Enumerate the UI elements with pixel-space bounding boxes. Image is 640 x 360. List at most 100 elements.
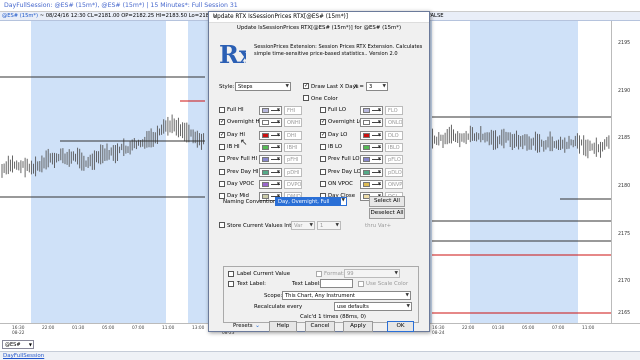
plot-rows_left-5-checkbox[interactable]: [219, 168, 225, 175]
x-days-value: 3: [369, 84, 373, 90]
draw-last-days-checkbox[interactable]: ✓: [303, 83, 309, 89]
deselect-all-button[interactable]: Deselect All: [369, 208, 405, 219]
color-style-picker[interactable]: ▼: [259, 106, 282, 115]
color-style-picker[interactable]: ▼: [360, 155, 383, 165]
plot-short-name-input[interactable]: ONLO: [385, 118, 403, 128]
color-style-picker[interactable]: ▼: [259, 130, 282, 140]
plot-rows_right-0-checkbox[interactable]: [320, 107, 326, 113]
plot-short-name-input[interactable]: pDLO: [385, 167, 403, 177]
price-scale[interactable]: 2195 2190 2185 2180 2175 2170 2165: [611, 21, 640, 323]
rtx-logo-icon: Rx: [219, 41, 246, 69]
text-label-chk-label: Text Label:: [237, 281, 266, 287]
color-style-picker[interactable]: ▼: [360, 130, 383, 140]
symbol-selector[interactable]: @ES# ▼: [2, 340, 34, 349]
tab-dayfullsession[interactable]: DayFullSession: [3, 353, 44, 359]
cancel-button[interactable]: Cancel: [305, 321, 335, 332]
color-swatch: [363, 169, 370, 175]
plot-label: Full LO: [328, 107, 346, 113]
presets-button[interactable]: Presets: [233, 323, 253, 329]
plot-short-name-input[interactable]: ONHI: [284, 118, 302, 128]
plot-rows_left-1-checkbox[interactable]: ✓: [219, 119, 225, 126]
color-style-picker[interactable]: ▼: [259, 167, 282, 177]
color-style-picker[interactable]: ▼: [360, 106, 383, 115]
plot-rows_left-4-checkbox[interactable]: [219, 156, 225, 163]
plot-rows_right-5-checkbox[interactable]: [320, 168, 326, 175]
color-style-picker[interactable]: ▼: [259, 118, 282, 128]
style-label: Style:: [219, 84, 235, 90]
plot-rows_right-6-checkbox[interactable]: [320, 180, 326, 187]
price-tick-label: 2190: [618, 89, 631, 94]
chevron-down-icon: ▼: [377, 168, 381, 174]
plot-label: Full HI: [227, 107, 244, 113]
format-select[interactable]: 99 ▼: [344, 269, 400, 278]
chevron-down-icon: ▼: [276, 156, 280, 162]
chevron-down-icon: ▼: [285, 84, 289, 89]
plot-rows_right-2-checkbox[interactable]: ✓: [320, 131, 326, 138]
chevron-down-icon: ▼: [28, 342, 32, 347]
chart-header-flag: FALSE: [428, 13, 444, 19]
label-current-checkbox[interactable]: [228, 271, 234, 277]
chevron-down-icon: ▼: [382, 84, 386, 89]
time-tick-label: 07:00: [132, 326, 145, 331]
chart-tab-bar: DayFullSession: [0, 351, 640, 360]
plot-short-name-input[interactable]: pFLO: [385, 155, 403, 165]
x-days-select[interactable]: 3 ▼: [366, 82, 388, 91]
use-scale-color-checkbox[interactable]: [358, 281, 364, 287]
chevron-down-icon[interactable]: ⌄: [255, 322, 260, 329]
plot-short-name-input[interactable]: ONVPOC: [385, 179, 403, 189]
style-select[interactable]: Steps ▼: [235, 82, 291, 91]
chevron-down-icon: ▼: [377, 180, 381, 186]
plot-rows_left-0-checkbox[interactable]: [219, 107, 225, 113]
plot-label: Day HI: [227, 131, 246, 138]
ok-button[interactable]: OK: [387, 321, 414, 332]
plot-rows_left-6-checkbox[interactable]: [219, 180, 225, 187]
color-style-picker[interactable]: ▼: [259, 155, 282, 165]
plot-label: Day VPOC: [227, 180, 255, 187]
plot-rows_left-3-checkbox[interactable]: [219, 143, 225, 150]
chevron-down-icon: ▼: [276, 119, 280, 125]
chevron-down-icon: ▼: [276, 131, 280, 137]
scope-value: This Chart, Any Instrument: [285, 293, 355, 299]
plot-rows_right-1-checkbox[interactable]: ✓: [320, 119, 326, 126]
text-label-input[interactable]: [320, 279, 353, 288]
help-button[interactable]: Help: [269, 321, 297, 332]
plot-short-name-input[interactable]: IBHI: [284, 142, 302, 152]
price-tick-label: 2185: [618, 136, 631, 141]
store-values-checkbox[interactable]: [219, 222, 225, 228]
plot-short-name-input[interactable]: IBLO: [385, 142, 403, 152]
scope-select[interactable]: This Chart, Any Instrument ▼: [282, 291, 411, 300]
plot-rows_right-3-checkbox[interactable]: [320, 143, 326, 150]
apply-button[interactable]: Apply: [343, 321, 373, 332]
plot-label: ON VPOC: [328, 180, 353, 187]
plot-label: Prev Day HI: [227, 168, 259, 175]
color-style-picker[interactable]: ▼: [360, 167, 383, 177]
plot-rows_right-4-checkbox[interactable]: [320, 156, 326, 163]
chart-symbol[interactable]: @ES# (15m*): [2, 13, 38, 19]
naming-convention-select[interactable]: Day, Overnight, Full ▼: [275, 197, 347, 206]
plot-short-name-input[interactable]: FHI: [284, 106, 302, 115]
time-tick-label: 16:30 08-24: [432, 326, 445, 336]
plot-short-name-input[interactable]: FLO: [385, 106, 403, 115]
color-style-picker[interactable]: ▼: [360, 142, 383, 152]
recalc-select[interactable]: use defaults ▼: [334, 302, 412, 311]
store-var-select[interactable]: Var ▼: [291, 221, 315, 230]
select-all-button[interactable]: Select All: [369, 196, 405, 207]
color-style-picker[interactable]: ▼: [259, 142, 282, 152]
chevron-down-icon: ▼: [276, 180, 280, 186]
format-value: 99: [347, 271, 354, 277]
color-style-picker[interactable]: ▼: [360, 118, 383, 128]
plot-short-name-input[interactable]: DLO: [385, 130, 403, 140]
plot-short-name-input[interactable]: DVPOC: [284, 179, 302, 189]
plot-short-name-input[interactable]: pDHI: [284, 167, 302, 177]
color-style-picker[interactable]: ▼: [360, 179, 383, 189]
plot-short-name-input[interactable]: pFHI: [284, 155, 302, 165]
text-label-checkbox[interactable]: [228, 281, 234, 287]
dialog-title-bar[interactable]: Update RTX IsSessionPrices RTX[@ES# (15m…: [209, 12, 429, 23]
plot-rows_left-2-checkbox[interactable]: ✓: [219, 131, 225, 138]
close-icon[interactable]: ✕: [213, 14, 425, 20]
store-num-select[interactable]: 1 ▼: [317, 221, 341, 230]
format-checkbox[interactable]: [316, 271, 322, 277]
one-color-checkbox[interactable]: [303, 95, 309, 101]
plot-short-name-input[interactable]: DHI: [284, 130, 302, 140]
color-style-picker[interactable]: ▼: [259, 179, 282, 189]
